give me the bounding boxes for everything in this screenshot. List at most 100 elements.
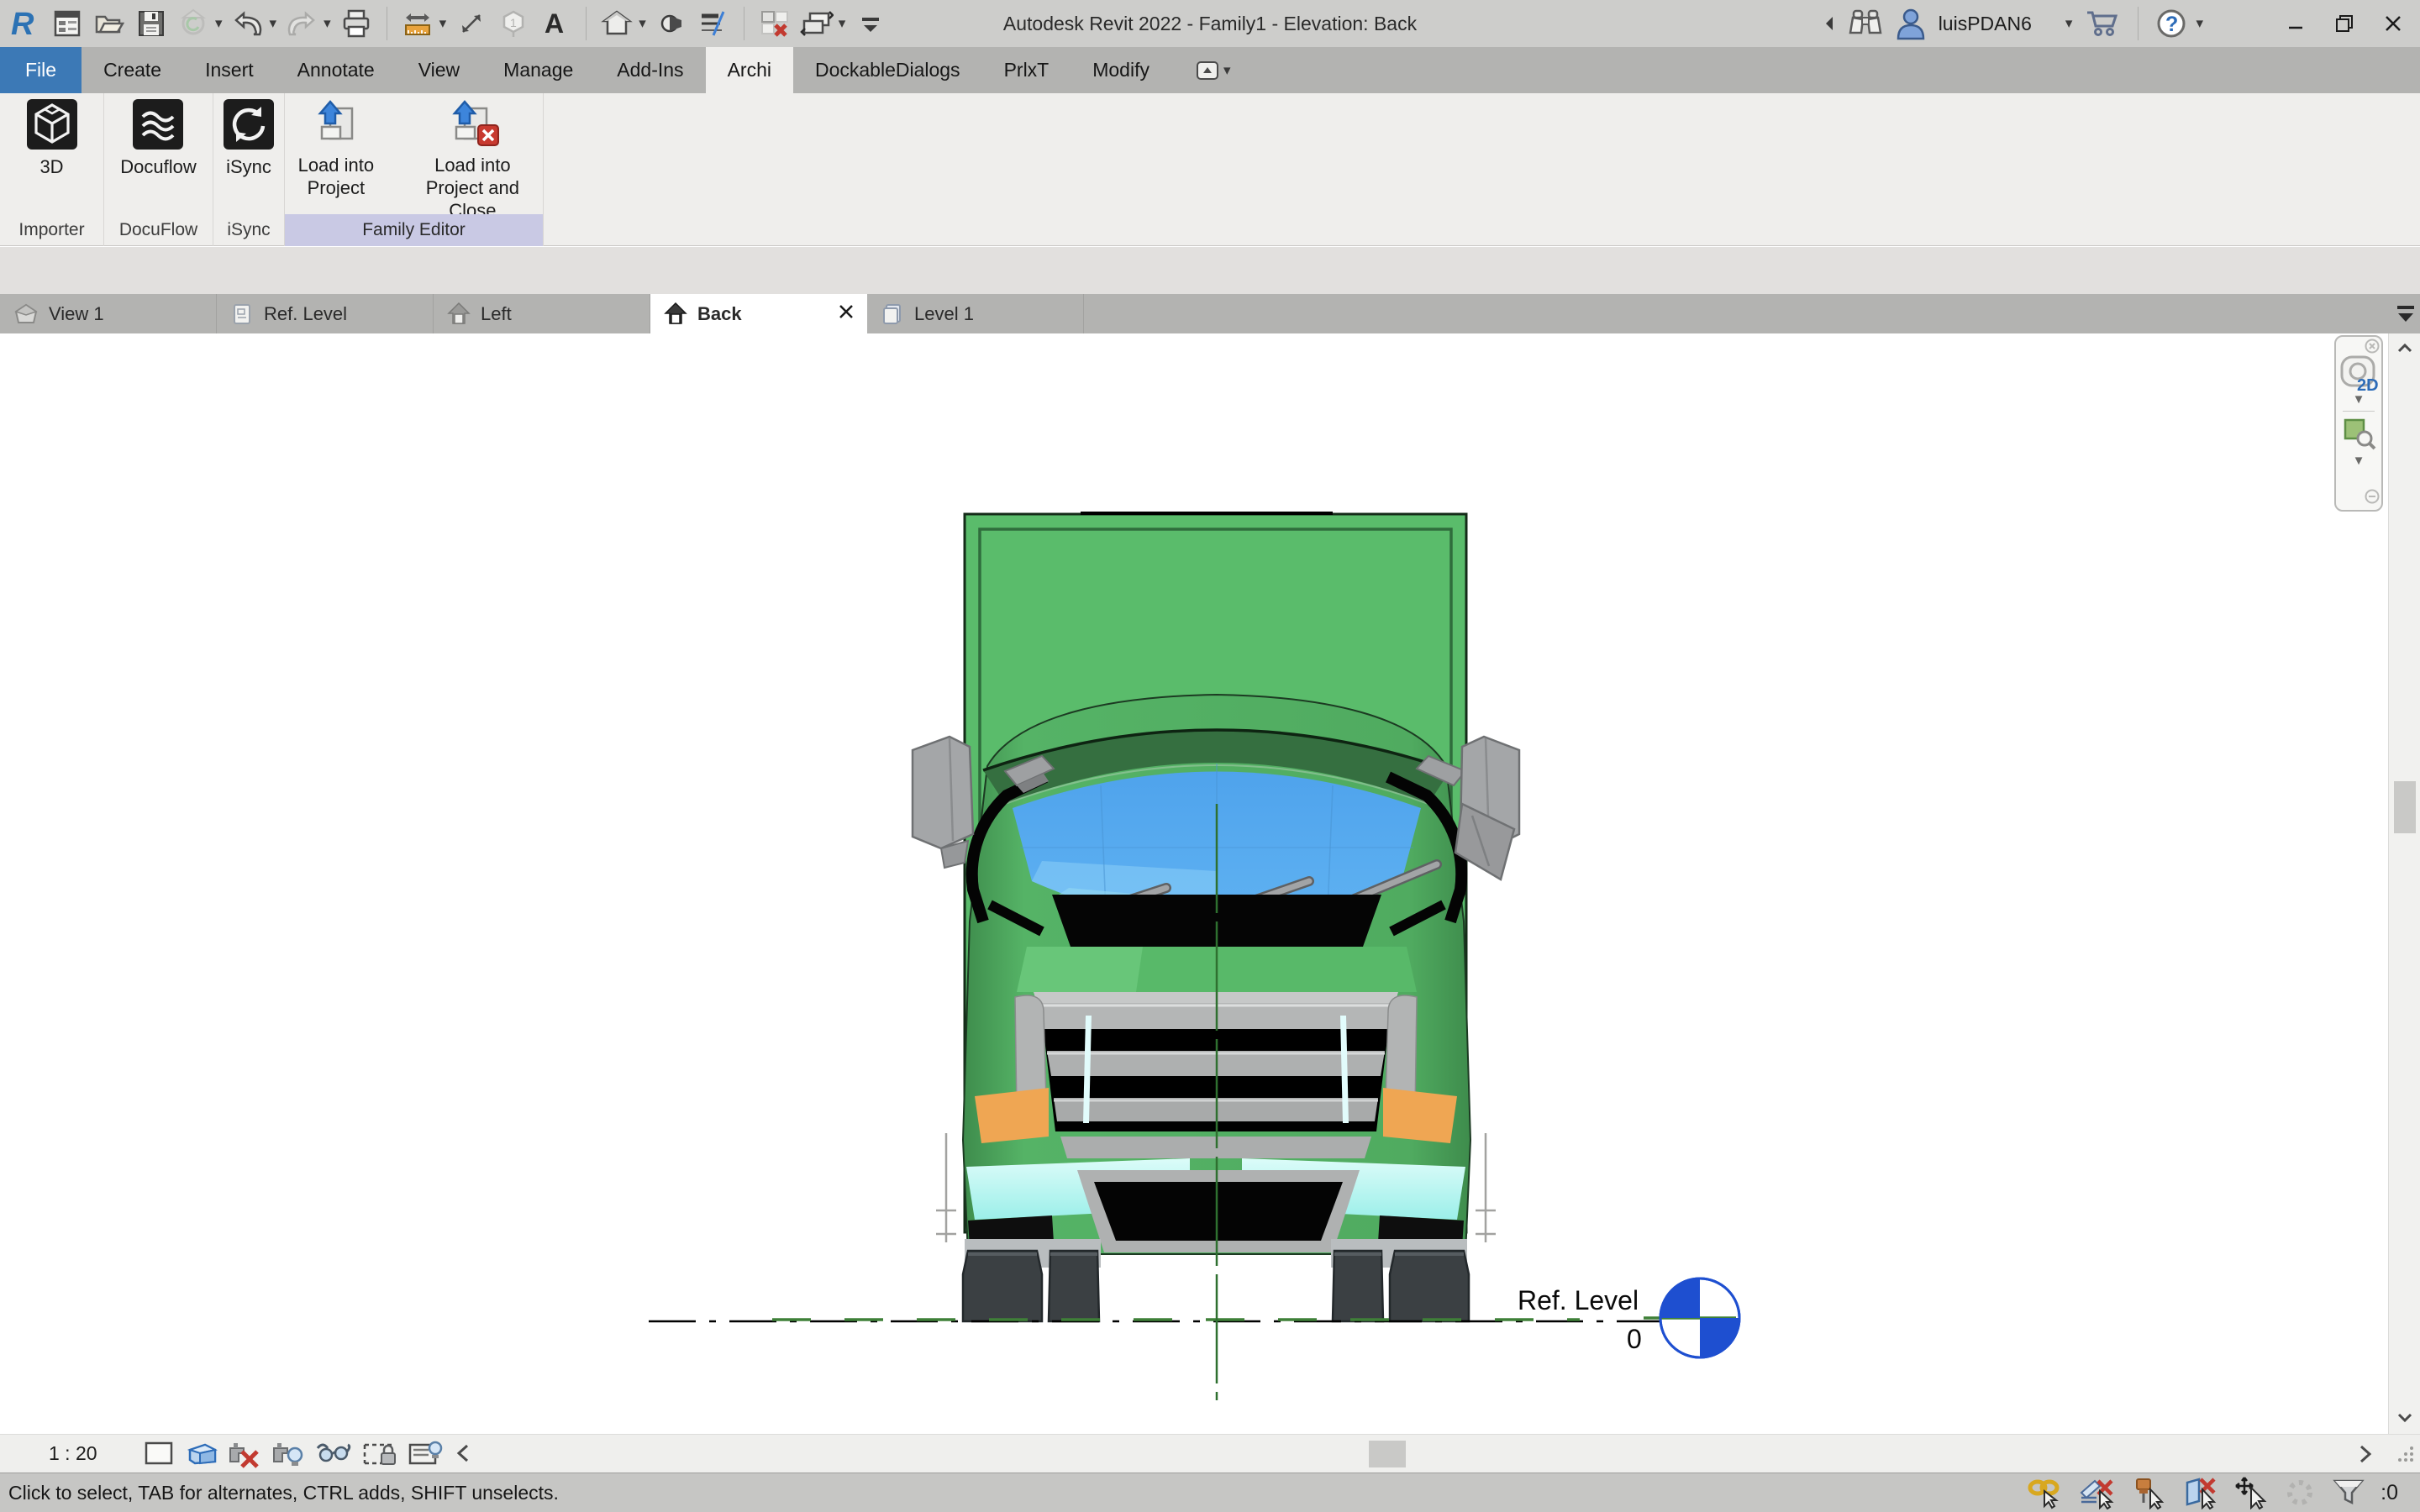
panel-label-importer[interactable]: Importer	[0, 214, 103, 246]
search-icon[interactable]	[1848, 8, 1883, 39]
steering-wheel-2d-icon[interactable]: 2D	[2336, 355, 2381, 394]
close-button[interactable]	[2375, 3, 2412, 45]
select-links-icon[interactable]	[2028, 1476, 2065, 1509]
scroll-right-icon[interactable]	[2354, 1441, 2376, 1467]
switch-windows-dropdown[interactable]: ▾	[839, 15, 846, 32]
drag-on-selection-icon[interactable]	[2233, 1476, 2270, 1509]
account-icon[interactable]	[1895, 7, 1927, 40]
properties-icon[interactable]	[50, 7, 84, 40]
tab-view[interactable]: View	[397, 47, 481, 93]
panel-isync: iSync iSync	[213, 93, 285, 246]
vertical-scrollbar[interactable]	[2388, 333, 2420, 1434]
level-name-text[interactable]: Ref. Level	[1518, 1285, 1639, 1315]
select-by-face-icon[interactable]	[2181, 1476, 2219, 1509]
store-cart-icon[interactable]	[2084, 8, 2121, 39]
detail-level-icon[interactable]	[143, 1438, 175, 1468]
back-elevation-drawing[interactable]: Ref. Level 0	[0, 333, 2388, 1434]
view-tab-left[interactable]: Left	[434, 294, 650, 333]
measure-dropdown[interactable]: ▾	[439, 15, 447, 32]
thin-lines-icon[interactable]	[697, 7, 730, 40]
load-into-project-button[interactable]: Load intoProject	[285, 98, 387, 222]
undo-icon[interactable]	[231, 7, 265, 40]
navbar-close-icon[interactable]	[2365, 339, 2380, 358]
tab-file[interactable]: File	[0, 47, 82, 93]
horizontal-scroll-thumb[interactable]	[1369, 1441, 1406, 1467]
scroll-up-icon[interactable]	[2394, 339, 2416, 360]
section-icon[interactable]	[655, 7, 688, 40]
sync-icon[interactable]	[176, 7, 210, 40]
print-icon[interactable]	[339, 7, 373, 40]
tab-add-ins[interactable]: Add-Ins	[595, 47, 705, 93]
sun-path-icon[interactable]	[227, 1438, 262, 1468]
view-tab-back-active[interactable]: Back	[650, 294, 867, 333]
resize-grip-icon[interactable]	[2395, 1443, 2417, 1465]
crop-region-icon[interactable]	[361, 1438, 398, 1468]
ribbon-display-dropdown[interactable]: ▾	[1223, 62, 1231, 79]
tab-annotate[interactable]: Annotate	[276, 47, 397, 93]
vcb-collapse-icon[interactable]	[452, 1441, 474, 1466]
tab-manage[interactable]: Manage	[481, 47, 595, 93]
tab-insert[interactable]: Insert	[183, 47, 276, 93]
text-icon[interactable]: A	[539, 7, 572, 40]
panel-label-isync[interactable]: iSync	[213, 214, 284, 246]
temporary-hide-isolate-icon[interactable]	[314, 1438, 353, 1468]
account-dropdown[interactable]: ▾	[2065, 15, 2073, 32]
visual-style-icon[interactable]	[183, 1438, 218, 1468]
view-scale[interactable]: 1 : 20	[49, 1442, 97, 1465]
panel-label-docuflow[interactable]: DocuFlow	[104, 214, 213, 246]
undo-dropdown[interactable]: ▾	[270, 15, 277, 32]
drawing-area[interactable]: Ref. Level 0 2D ▼ ▼	[0, 333, 2388, 1434]
zoom-region-icon[interactable]	[2336, 417, 2381, 452]
redo-icon[interactable]	[285, 7, 318, 40]
save-icon[interactable]	[134, 7, 168, 40]
select-pinned-icon[interactable]	[2130, 1476, 2167, 1509]
ref-level-line[interactable]	[649, 1320, 1734, 1321]
isync-button[interactable]: iSync	[223, 98, 275, 178]
navbar-collapse-icon[interactable]	[2365, 489, 2380, 508]
panel-label-family-editor[interactable]: Family Editor	[285, 214, 543, 246]
qat-customize-icon[interactable]	[854, 7, 887, 40]
help-dropdown[interactable]: ▾	[2196, 15, 2203, 32]
level-elevation-text[interactable]: 0	[1627, 1324, 1642, 1354]
tab-modify[interactable]: Modify	[1071, 47, 1171, 93]
aligned-dimension-icon[interactable]	[455, 7, 488, 40]
importer-3d-button[interactable]: 3D	[26, 98, 78, 178]
restore-button[interactable]	[2326, 3, 2363, 45]
docuflow-button[interactable]: Docuflow	[120, 98, 196, 178]
load-into-project-and-close-button[interactable]: Load intoProject and Close	[402, 98, 543, 222]
revit-logo-icon[interactable]: R	[8, 7, 42, 40]
default-3d-dropdown[interactable]: ▾	[639, 15, 646, 32]
open-icon[interactable]	[92, 7, 126, 40]
zoom-dropdown-icon[interactable]: ▼	[2336, 455, 2381, 467]
vertical-scroll-thumb[interactable]	[2394, 781, 2416, 833]
wheel-dropdown-icon[interactable]: ▼	[2336, 394, 2381, 406]
select-underlay-icon[interactable]	[2078, 1476, 2117, 1509]
signed-in-user[interactable]: luisPDAN6	[1939, 13, 2032, 35]
tab-archi[interactable]: Archi	[706, 47, 793, 93]
view-tab-view1[interactable]: View 1	[0, 294, 217, 333]
tab-dockabledialogs[interactable]: DockableDialogs	[793, 47, 982, 93]
measure-icon[interactable]	[401, 7, 434, 40]
ribbon-display-toggle[interactable]: ▾	[1195, 47, 1231, 93]
view-tab-label: View 1	[49, 303, 104, 325]
view-tab-level1[interactable]: Level 1	[867, 294, 1084, 333]
reveal-hidden-elements-icon[interactable]	[407, 1438, 444, 1468]
tab-create[interactable]: Create	[82, 47, 183, 93]
redo-dropdown[interactable]: ▾	[324, 15, 331, 32]
switch-windows-icon[interactable]	[800, 7, 834, 40]
help-icon[interactable]: ?	[2155, 8, 2187, 39]
infocenter-collapse-icon[interactable]	[1823, 14, 1836, 33]
view-tab-list-icon[interactable]	[2393, 299, 2418, 332]
view-tab-close-icon[interactable]	[837, 302, 855, 326]
default-3d-view-icon[interactable]	[600, 7, 634, 40]
minimize-button[interactable]	[2277, 3, 2314, 45]
level-marker[interactable]: Ref. Level 0	[1518, 1278, 1739, 1357]
tab-prlxt[interactable]: PrlxT	[982, 47, 1071, 93]
sync-dropdown[interactable]: ▾	[215, 15, 223, 32]
tag-icon[interactable]: 1	[497, 7, 530, 40]
shadows-icon[interactable]	[271, 1438, 306, 1468]
scroll-down-icon[interactable]	[2394, 1407, 2416, 1429]
close-inactive-windows-icon[interactable]	[758, 7, 792, 40]
filter-icon[interactable]	[2330, 1476, 2367, 1509]
view-tab-ref-level[interactable]: Ref. Level	[217, 294, 434, 333]
